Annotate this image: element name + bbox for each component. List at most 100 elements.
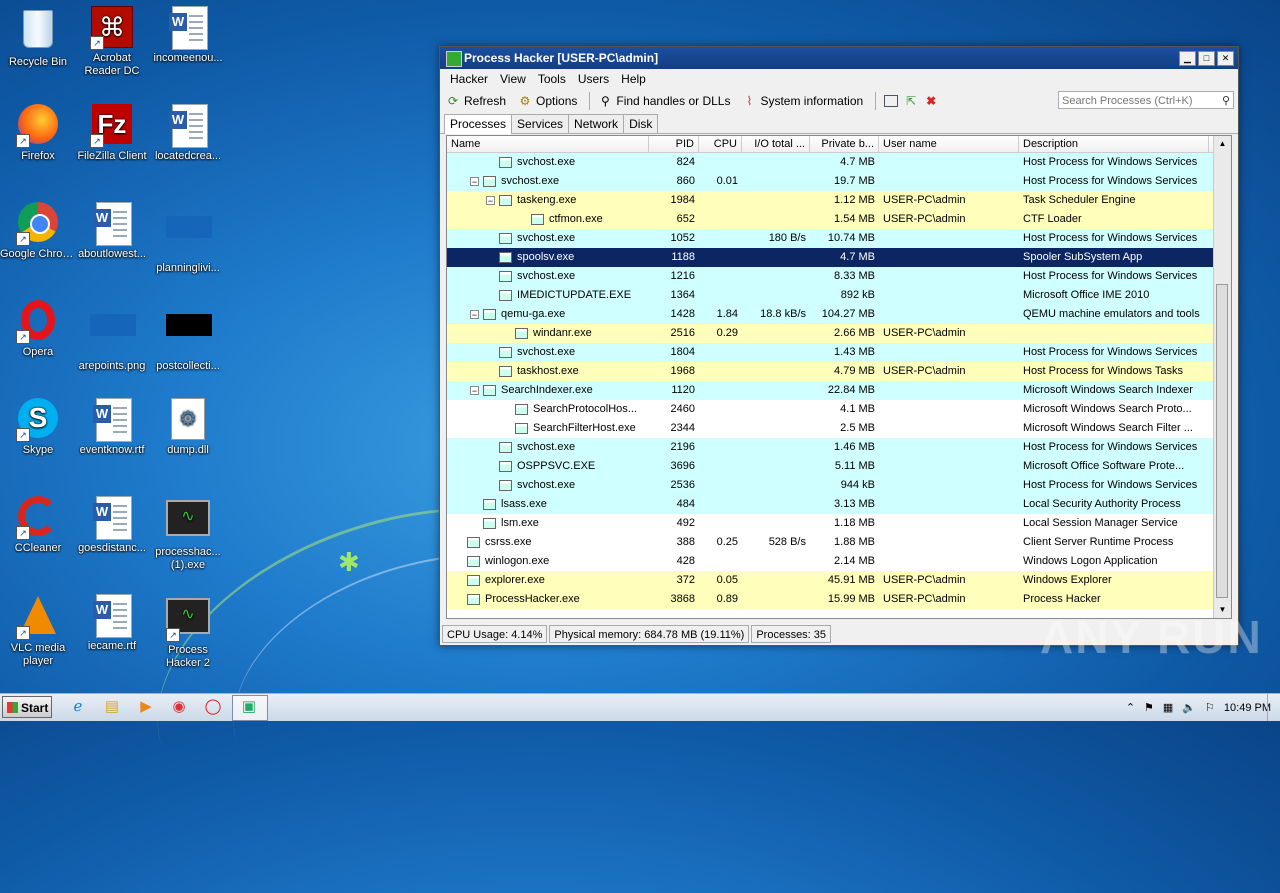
column-header-name[interactable]: Name bbox=[447, 136, 649, 152]
menu-hacker[interactable]: Hacker bbox=[444, 72, 494, 86]
start-button[interactable]: Start bbox=[2, 696, 52, 718]
desktop-icon-goesdistanc[interactable]: Wgoesdistanc... bbox=[74, 496, 150, 555]
menu-users[interactable]: Users bbox=[572, 72, 615, 86]
desktop-icon-firefox[interactable]: ↗ Firefox bbox=[0, 104, 76, 163]
process-row[interactable]: SearchProtocolHos... 2460 4.1 MB Microsoft … bbox=[447, 400, 1231, 419]
desktop-icon-vlc[interactable]: ↗ VLC media player bbox=[0, 594, 76, 668]
tray-expand-icon[interactable]: ⌃ bbox=[1126, 701, 1135, 714]
desktop-icon-acrobat-reader[interactable]: ⌘ ↗ Acrobat Reader DC bbox=[74, 6, 150, 78]
window-button[interactable] bbox=[884, 95, 899, 107]
process-row[interactable]: windanr.exe 2516 0.29 2.66 MB USER-PC\admin bbox=[447, 324, 1231, 343]
desktop-icon-google-chrome[interactable]: ↗ Google Chrome bbox=[0, 202, 76, 261]
desktop-icon-iecame[interactable]: Wiecame.rtf bbox=[74, 594, 150, 653]
desktop-icon-planninglivi[interactable]: planninglivi... bbox=[150, 202, 226, 275]
desktop-icon-process-hacker-2[interactable]: ∿ ↗ Process Hacker 2 bbox=[150, 594, 226, 670]
tab-processes[interactable]: Processes bbox=[444, 114, 513, 134]
desktop-icon-filezilla[interactable]: Fz ↗ FileZilla Client bbox=[74, 104, 150, 163]
media-player-icon[interactable]: ▶ bbox=[136, 697, 156, 717]
process-row[interactable]: spoolsv.exe 1188 4.7 MB Spooler SubSystem A… bbox=[447, 248, 1231, 267]
column-header-pid[interactable]: PID bbox=[649, 136, 699, 152]
process-row[interactable]: svchost.exe 1216 8.33 MB Host Process for W… bbox=[447, 267, 1231, 286]
menu-help[interactable]: Help bbox=[615, 72, 652, 86]
minimize-button[interactable]: ▁ bbox=[1179, 51, 1196, 66]
collapse-toggle-icon[interactable]: − bbox=[470, 176, 479, 186]
desktop-icon-ccleaner[interactable]: ↗ CCleaner bbox=[0, 496, 76, 555]
tray-flag-icon[interactable]: ⚐ bbox=[1205, 701, 1215, 714]
find-window-button[interactable]: ⇱ bbox=[904, 94, 918, 108]
clock[interactable]: 10:49 PM bbox=[1224, 702, 1271, 714]
internet-explorer-icon[interactable]: ℯ bbox=[68, 697, 88, 717]
options-button[interactable]: ⚙ Options bbox=[518, 94, 578, 108]
process-cpu bbox=[699, 210, 742, 229]
maximize-button[interactable]: □ bbox=[1198, 51, 1215, 66]
chrome-icon[interactable]: ◉ bbox=[169, 697, 189, 717]
menu-tools[interactable]: Tools bbox=[532, 72, 572, 86]
menu-view[interactable]: View bbox=[494, 72, 532, 86]
process-row[interactable]: explorer.exe 372 0.05 45.91 MB USER-PC\admin… bbox=[447, 571, 1231, 590]
process-icon bbox=[499, 289, 512, 301]
desktop-icon-dump-dll[interactable]: ⚙ dump.dll bbox=[150, 398, 226, 457]
scroll-up-arrow[interactable]: ▲ bbox=[1214, 136, 1231, 152]
desktop-icon-opera[interactable]: ↗ Opera bbox=[0, 300, 76, 359]
process-row[interactable]: ctfmon.exe 652 1.54 MB USER-PC\admin CTF Loa… bbox=[447, 210, 1231, 229]
process-row[interactable]: svchost.exe 1804 1.43 MB Host Process for W… bbox=[447, 343, 1231, 362]
process-row[interactable]: svchost.exe 1052 180 B/s 10.74 MB Host Proce… bbox=[447, 229, 1231, 248]
find-handles-button[interactable]: ⚲ Find handles or DLLs bbox=[598, 94, 730, 108]
process-row[interactable]: svchost.exe 2536 944 kB Host Process for Wi… bbox=[447, 476, 1231, 495]
opera-icon[interactable]: ◯ bbox=[203, 697, 223, 717]
collapse-toggle-icon[interactable]: − bbox=[486, 195, 495, 205]
column-header-private-bytes[interactable]: Private b... bbox=[810, 136, 879, 152]
tab-network[interactable]: Network bbox=[568, 114, 625, 133]
close-button[interactable]: ✕ bbox=[1217, 51, 1234, 66]
title-bar[interactable]: Process Hacker [USER-PC\admin] ▁ □ ✕ bbox=[440, 47, 1238, 69]
process-row[interactable]: lsm.exe 492 1.18 MB Local Session Manager S… bbox=[447, 514, 1231, 533]
process-row[interactable]: − qemu-ga.exe 1428 1.84 18.8 kB/s 104.27 MB QE… bbox=[447, 305, 1231, 324]
tray-volume-icon[interactable]: 🔈 bbox=[1182, 701, 1196, 714]
scroll-thumb[interactable] bbox=[1216, 284, 1228, 598]
process-io-total bbox=[742, 457, 810, 476]
system-information-button[interactable]: ⌇ System information bbox=[742, 94, 864, 108]
process-row[interactable]: − taskeng.exe 1984 1.12 MB USER-PC\admin Task… bbox=[447, 191, 1231, 210]
desktop-icon-aboutlowest[interactable]: Waboutlowest... bbox=[74, 202, 150, 261]
column-header-io[interactable]: I/O total ... bbox=[742, 136, 810, 152]
desktop-icon-arepoints[interactable]: arepoints.png bbox=[74, 300, 150, 373]
process-row[interactable]: svchost.exe 824 4.7 MB Host Process for Win… bbox=[447, 153, 1231, 172]
process-row[interactable]: − svchost.exe 860 0.01 19.7 MB Host Process f… bbox=[447, 172, 1231, 191]
tab-services[interactable]: Services bbox=[511, 114, 570, 133]
terminate-button[interactable]: ✖ bbox=[924, 94, 938, 108]
collapse-toggle-icon[interactable]: − bbox=[470, 309, 479, 319]
process-user-name bbox=[879, 419, 1019, 438]
taskbar-process-hacker[interactable]: ▣ bbox=[232, 695, 268, 721]
desktop-icon-postcollecti[interactable]: postcollecti... bbox=[150, 300, 226, 373]
desktop-icon-eventknow[interactable]: Weventknow.rtf bbox=[74, 398, 150, 457]
refresh-button[interactable]: ⟳ Refresh bbox=[446, 94, 506, 108]
column-header-user-name[interactable]: User name bbox=[879, 136, 1019, 152]
process-row[interactable]: winlogon.exe 428 2.14 MB Windows Logon Appl… bbox=[447, 552, 1231, 571]
search-processes-input[interactable]: Search Processes (Ctrl+K) ⚲ bbox=[1058, 91, 1234, 109]
shortcut-arrow-icon: ↗ bbox=[16, 330, 30, 344]
desktop-icon-locatedcrea[interactable]: Wlocatedcrea... bbox=[150, 104, 226, 163]
desktop-icon-skype[interactable]: S ↗ Skype bbox=[0, 398, 76, 457]
show-desktop-button[interactable] bbox=[1267, 694, 1280, 721]
tray-network-icon[interactable]: ▦ bbox=[1163, 701, 1173, 714]
process-description: Host Process for Windows Services bbox=[1023, 232, 1198, 244]
desktop-icon-processhacker-exe[interactable]: ∿ processhac... (1).exe bbox=[150, 496, 226, 572]
process-row[interactable]: − SearchIndexer.exe 1120 22.84 MB Microsoft … bbox=[447, 381, 1231, 400]
folder-icon[interactable]: ▤ bbox=[102, 697, 122, 717]
process-row[interactable]: svchost.exe 2196 1.46 MB Host Process for W… bbox=[447, 438, 1231, 457]
process-row[interactable]: IMEDICTUPDATE.EXE 1364 892 kB Microsoft Off… bbox=[447, 286, 1231, 305]
process-row[interactable]: SearchFilterHost.exe 2344 2.5 MB Microsoft … bbox=[447, 419, 1231, 438]
column-header-description[interactable]: Description bbox=[1019, 136, 1209, 152]
process-row[interactable]: csrss.exe 388 0.25 528 B/s 1.88 MB Client Ser… bbox=[447, 533, 1231, 552]
tray-action-center-icon[interactable]: ⚑ bbox=[1144, 701, 1154, 714]
process-row[interactable]: ProcessHacker.exe 3868 0.89 15.99 MB USER-PC… bbox=[447, 590, 1231, 609]
collapse-toggle-icon[interactable]: − bbox=[470, 385, 479, 395]
process-row[interactable]: lsass.exe 484 3.13 MB Local Security Author… bbox=[447, 495, 1231, 514]
vertical-scrollbar[interactable]: ▲ ▼ bbox=[1213, 136, 1231, 618]
desktop-icon-incomeenou[interactable]: Wincomeenou... bbox=[150, 6, 226, 65]
column-header-cpu[interactable]: CPU bbox=[699, 136, 742, 152]
desktop-icon-recycle-bin[interactable]: Recycle Bin bbox=[0, 6, 76, 69]
process-row[interactable]: OSPPSVC.EXE 3696 5.11 MB Microsoft Office S… bbox=[447, 457, 1231, 476]
tab-disk[interactable]: Disk bbox=[623, 114, 659, 133]
process-row[interactable]: taskhost.exe 1968 4.79 MB USER-PC\admin Host… bbox=[447, 362, 1231, 381]
